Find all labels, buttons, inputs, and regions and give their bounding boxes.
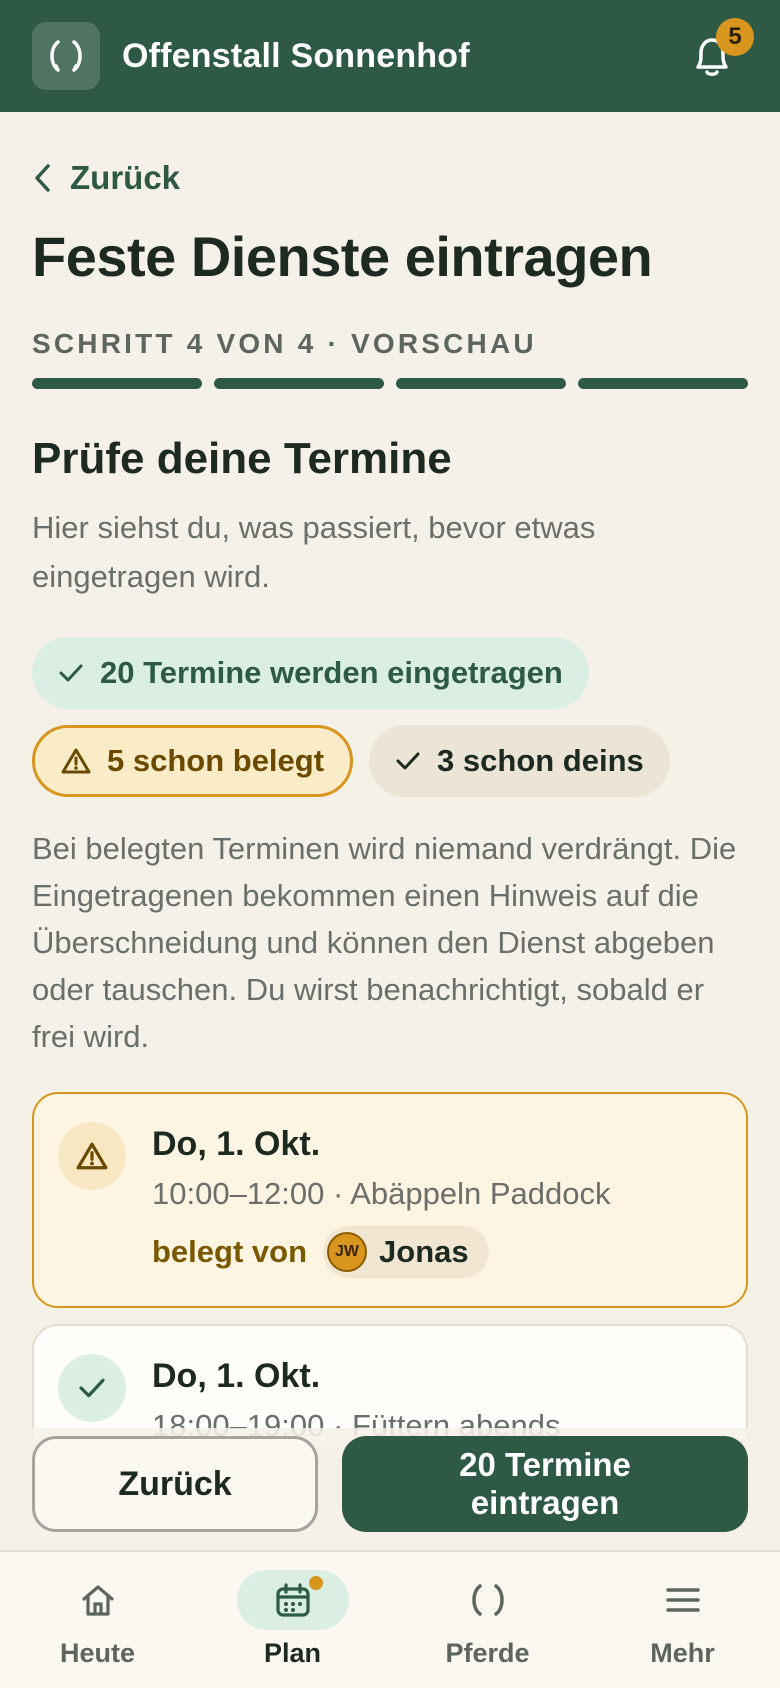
section-subtitle: Hier siehst du, was passiert, bevor etwa…	[32, 510, 596, 594]
entry-card-taken[interactable]: Do, 1. Okt. 10:00–12:00 · Abäppeln Paddo…	[32, 1092, 748, 1308]
submit-entries-button[interactable]: 20 Termine eintragen	[342, 1436, 748, 1532]
tab-label: Pferde	[445, 1638, 530, 1668]
entry-time-task: 10:00–12:00 · Abäppeln Paddock	[152, 1176, 611, 1211]
notification-badge: 5	[716, 18, 754, 56]
check-icon	[59, 664, 83, 682]
user-chip: JW Jonas	[323, 1226, 489, 1278]
tab-label: Heute	[59, 1638, 135, 1668]
summary-filters: 5 schon belegt 3 schon deins	[32, 725, 748, 797]
warning-icon	[58, 1122, 126, 1190]
back-link-label: Zurück	[70, 159, 181, 196]
summary-new-badge: 20 Termine werden eingetragen	[32, 637, 589, 709]
app-title: Offenstall Sonnenhof	[122, 36, 470, 75]
chevron-left-icon	[35, 164, 50, 192]
filter-taken-label: 5 schon belegt	[107, 743, 325, 778]
page-title: Feste Dienste eintragen	[32, 225, 653, 288]
tab-mehr[interactable]: Mehr	[585, 1552, 780, 1688]
calendar-icon	[236, 1570, 349, 1630]
tab-pferde[interactable]: Pferde	[390, 1552, 585, 1688]
horseshoe-logo-icon	[32, 22, 100, 90]
back-button[interactable]: Zurück	[32, 1436, 318, 1532]
entry-date: Do, 1. Okt.	[152, 1357, 321, 1395]
progress-segment	[32, 378, 202, 389]
summary-new-label: 20 Termine werden eingetragen	[100, 655, 563, 690]
app-bar: Offenstall Sonnenhof 5	[0, 0, 780, 112]
filter-mine-label: 3 schon deins	[437, 743, 644, 778]
taken-by-label: belegt von	[152, 1234, 308, 1269]
conflict-info-text: Bei belegten Terminen wird niemand verdr…	[32, 831, 737, 1054]
notification-dot	[308, 1576, 323, 1590]
tab-heute[interactable]: Heute	[0, 1552, 195, 1688]
progress-segment	[578, 378, 748, 389]
bottom-tab-bar: Heute Plan Pferde Mehr	[0, 1550, 780, 1688]
section-title: Prüfe deine Termine	[32, 434, 452, 483]
home-icon	[42, 1570, 154, 1630]
entry-date: Do, 1. Okt.	[152, 1125, 321, 1163]
back-link[interactable]: Zurück	[32, 156, 748, 200]
avatar: JW	[327, 1232, 368, 1272]
step-label: SCHRITT 4 VON 4 · VORSCHAU	[32, 328, 537, 359]
filter-mine-button[interactable]: 3 schon deins	[369, 725, 670, 797]
user-name: Jonas	[379, 1234, 469, 1269]
check-icon	[58, 1354, 126, 1422]
filter-taken-button[interactable]: 5 schon belegt	[32, 725, 354, 797]
tab-label: Plan	[263, 1638, 322, 1668]
action-bar: Zurück 20 Termine eintragen	[0, 1428, 780, 1550]
progress-segment	[214, 378, 384, 389]
horseshoe-icon	[432, 1570, 544, 1630]
notifications-button[interactable]: 5	[682, 18, 754, 86]
menu-icon	[627, 1570, 739, 1630]
warning-icon	[61, 748, 91, 774]
main-content: Zurück Feste Dienste eintragen SCHRITT 4…	[32, 112, 748, 1494]
tab-label: Mehr	[650, 1638, 715, 1668]
step-progress	[32, 378, 748, 389]
check-icon	[396, 752, 420, 770]
progress-segment	[396, 378, 566, 389]
tab-plan[interactable]: Plan	[195, 1552, 390, 1688]
